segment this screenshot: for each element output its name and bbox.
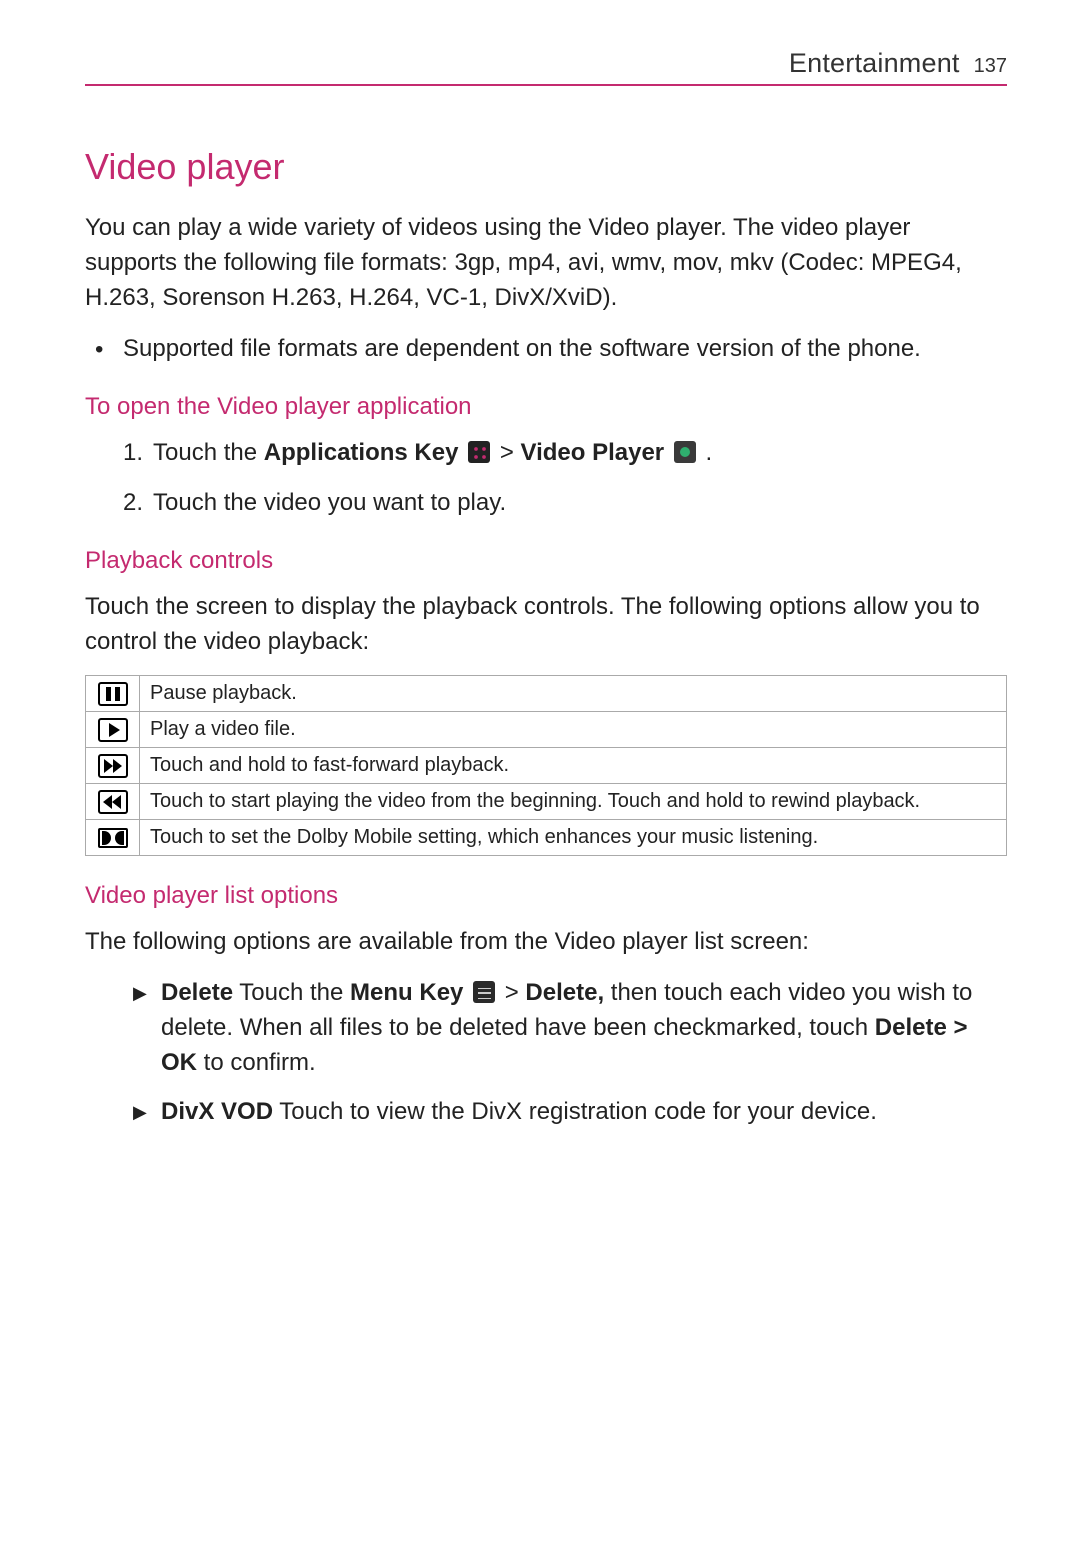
playback-intro: Touch the screen to display the playback…: [85, 589, 1007, 659]
page-title: Video player: [85, 146, 1007, 188]
manual-page: Entertainment 137 Video player You can p…: [0, 0, 1080, 1129]
ff-icon-cell: [86, 748, 140, 784]
playback-controls-table: Pause playback. Play a video file. Touch…: [85, 675, 1007, 856]
divx-vod-label: DivX VOD: [161, 1098, 273, 1125]
applications-key-icon: [468, 441, 490, 463]
menu-key-icon: [473, 981, 495, 1003]
pause-desc: Pause playback.: [140, 676, 1007, 712]
bullet-text: Supported file formats are dependent on …: [123, 331, 921, 367]
arrow-icon: ▶: [133, 975, 161, 1080]
video-player-label: Video Player: [521, 439, 665, 466]
list-options-intro: The following options are available from…: [85, 924, 1007, 959]
table-row: Pause playback.: [86, 676, 1007, 712]
section-title: Entertainment: [789, 48, 960, 79]
list-item: 2. Touch the video you want to play.: [123, 485, 1007, 521]
table-row: Touch to set the Dolby Mobile setting, w…: [86, 820, 1007, 856]
bullet-dot-icon: •: [95, 331, 123, 367]
arrow-icon: ▶: [133, 1094, 161, 1129]
page-number: 137: [974, 55, 1007, 78]
dolby-icon-cell: [86, 820, 140, 856]
pause-icon: [98, 682, 128, 706]
step-text: Touch the video you want to play.: [153, 485, 506, 521]
list-item: ▶ DivX VOD Touch to view the DivX regist…: [133, 1094, 1007, 1129]
step-number: 1.: [123, 435, 153, 471]
play-icon-cell: [86, 712, 140, 748]
list-item: • Supported file formats are dependent o…: [95, 331, 1007, 367]
page-header: Entertainment 137: [85, 48, 1007, 86]
dolby-desc: Touch to set the Dolby Mobile setting, w…: [140, 820, 1007, 856]
menu-key-label: Menu Key: [350, 979, 463, 1006]
bullet-list: • Supported file formats are dependent o…: [85, 331, 1007, 367]
subhead-open-app: To open the Video player application: [85, 393, 1007, 421]
ff-desc: Touch and hold to fast-forward playback.: [140, 748, 1007, 784]
table-row: Touch to start playing the video from th…: [86, 784, 1007, 820]
arrow-list: ▶ Delete Touch the Menu Key > Delete, th…: [133, 975, 1007, 1129]
play-icon: [98, 718, 128, 742]
pause-icon-cell: [86, 676, 140, 712]
video-player-icon: [674, 441, 696, 463]
list-item: ▶ Delete Touch the Menu Key > Delete, th…: [133, 975, 1007, 1080]
subhead-list-options: Video player list options: [85, 882, 1007, 910]
table-row: Touch and hold to fast-forward playback.: [86, 748, 1007, 784]
fast-forward-icon: [98, 754, 128, 778]
option-text: DivX VOD Touch to view the DivX registra…: [161, 1094, 877, 1129]
rw-icon-cell: [86, 784, 140, 820]
step-text: Touch the Applications Key > Video Playe…: [153, 435, 712, 471]
list-item: 1. Touch the Applications Key > Video Pl…: [123, 435, 1007, 471]
step-number: 2.: [123, 485, 153, 521]
table-row: Play a video file.: [86, 712, 1007, 748]
intro-paragraph: You can play a wide variety of videos us…: [85, 210, 1007, 315]
dolby-icon: [98, 828, 128, 848]
subhead-playback: Playback controls: [85, 547, 1007, 575]
applications-key-label: Applications Key: [264, 439, 459, 466]
rewind-icon: [98, 790, 128, 814]
delete-label: Delete: [161, 979, 233, 1006]
rw-desc: Touch to start playing the video from th…: [140, 784, 1007, 820]
play-desc: Play a video file.: [140, 712, 1007, 748]
option-text: Delete Touch the Menu Key > Delete, then…: [161, 975, 1007, 1080]
numbered-list: 1. Touch the Applications Key > Video Pl…: [123, 435, 1007, 521]
